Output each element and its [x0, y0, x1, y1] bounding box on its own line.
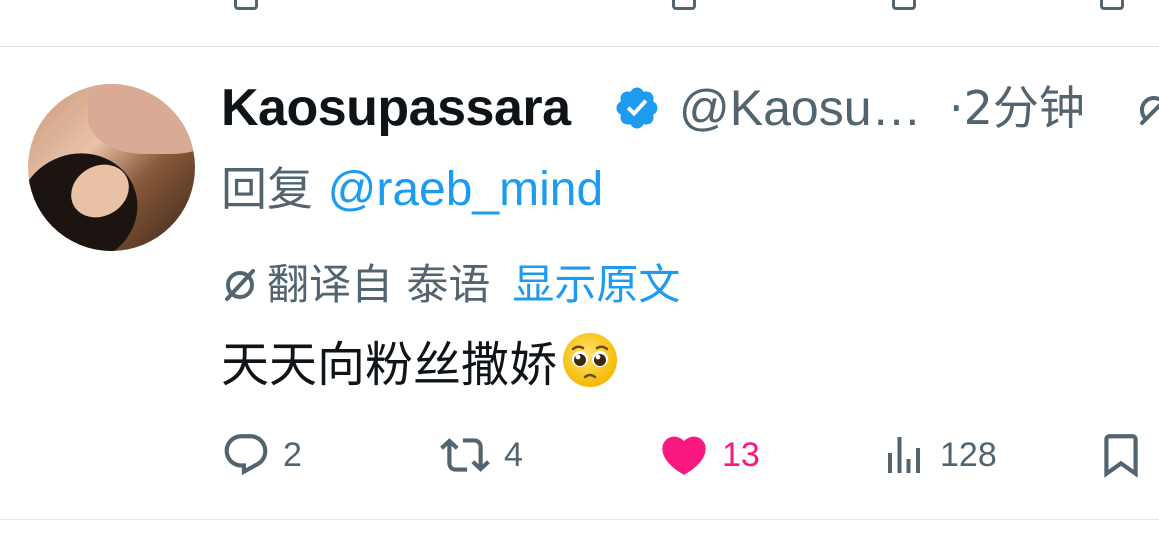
- show-original-link[interactable]: 显示原文: [512, 260, 680, 309]
- bookmark-icon: [1100, 0, 1124, 10]
- avatar[interactable]: [28, 84, 195, 251]
- like-count: 13: [722, 435, 760, 474]
- retweet-button[interactable]: 4: [438, 429, 523, 481]
- verified-badge-icon: [616, 87, 658, 129]
- views-icon: [892, 0, 916, 10]
- retweet-count: 4: [504, 435, 523, 474]
- divider-bottom: [0, 519, 1159, 520]
- tweet[interactable]: Kaosupassara @Kaosu… ·2分钟 回复 @raeb_mind …: [0, 47, 1159, 519]
- reply-target-link[interactable]: @raeb_mind: [328, 163, 604, 216]
- reply-context: 回复 @raeb_mind: [221, 160, 603, 219]
- tweet-header: Kaosupassara @Kaosu… ·2分钟: [221, 77, 1159, 139]
- grok-icon[interactable]: [1134, 89, 1159, 129]
- translate-icon: [225, 269, 255, 301]
- handle[interactable]: @Kaosu…: [679, 77, 922, 139]
- retweet-icon: [440, 438, 490, 472]
- reply-icon: [234, 0, 258, 10]
- like-icon: [672, 0, 696, 10]
- pleading-face-emoji: [563, 333, 618, 387]
- bookmark-button[interactable]: [1096, 429, 1146, 481]
- heart-icon: [662, 436, 706, 475]
- previous-tweet-actions-fragment: [0, 0, 1159, 46]
- bookmark-icon: [1104, 434, 1138, 478]
- reply-count: 2: [283, 435, 302, 474]
- reply-icon: [224, 434, 268, 476]
- reply-button[interactable]: 2: [221, 429, 302, 481]
- tweet-text: 天天向粉丝撒娇: [221, 331, 619, 396]
- like-button[interactable]: 13: [658, 429, 760, 481]
- timestamp[interactable]: ·2分钟: [949, 77, 1085, 139]
- translated-from-label: 翻译自 泰语: [267, 260, 491, 309]
- display-name[interactable]: Kaosupassara: [221, 77, 571, 139]
- reply-prefix: 回复: [221, 162, 313, 216]
- translation-notice: 翻译自 泰语 显示原文: [221, 257, 680, 313]
- views-icon: [888, 437, 920, 473]
- views-button[interactable]: 128: [880, 429, 997, 481]
- tweet-body: 天天向粉丝撒娇: [221, 337, 558, 393]
- tweet-actions: 2 4 13 128: [0, 429, 1159, 481]
- views-count: 128: [940, 435, 997, 474]
